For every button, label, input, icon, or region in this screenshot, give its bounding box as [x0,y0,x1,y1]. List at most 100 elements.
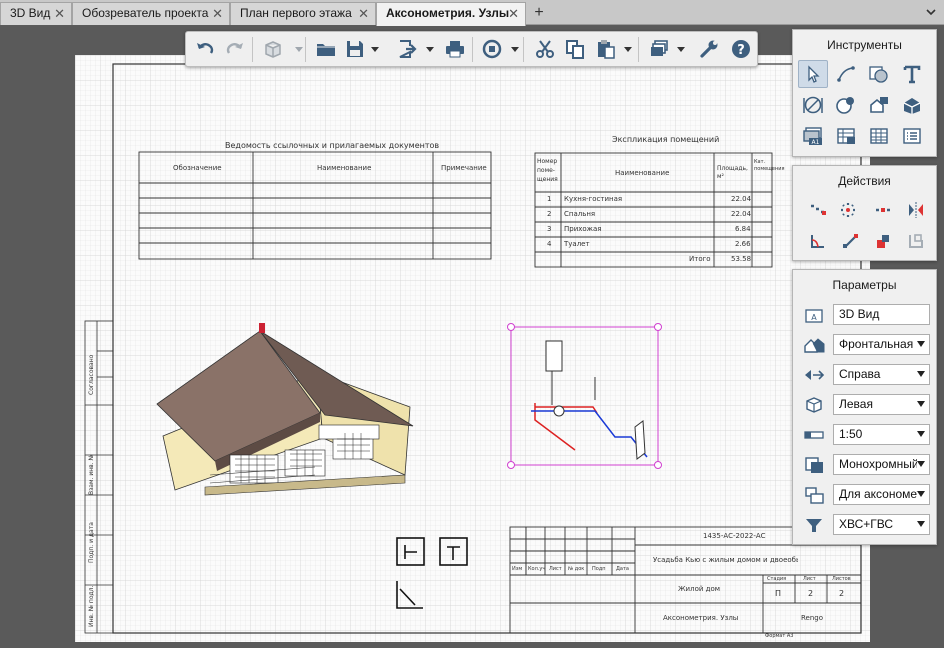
layout-icon[interactable]: A1 [798,122,828,150]
print-icon[interactable] [444,38,466,60]
drawing-sheet[interactable]: Ведомость ссылочных и прилагаемых докуме… [75,55,870,642]
room-area: 6.84 [735,225,751,233]
paste-icon[interactable] [595,38,617,60]
copy-array-icon[interactable] [868,196,898,224]
help-icon[interactable]: ? [730,38,752,60]
move-icon[interactable] [803,196,833,224]
tab-label: Обозреватель проекта [82,6,209,20]
node-view-icon[interactable] [864,91,894,119]
tb-code: 1435-АС-2022-АС [703,532,766,540]
room-name: Спальня [564,210,596,218]
folder-open-icon[interactable] [315,38,337,60]
layers-icon[interactable] [648,38,670,60]
tb-format: Формат А3 [765,633,794,639]
chevron-down-icon[interactable] [371,45,379,53]
cut-icon[interactable] [534,38,556,60]
scale-ruler-icon [804,431,824,439]
close-icon[interactable]: ✕ [54,3,65,24]
close-icon[interactable]: ✕ [508,3,519,24]
table-icon[interactable] [831,122,861,150]
mirror-icon[interactable] [901,196,931,224]
rotate-icon[interactable] [833,196,863,224]
3d-box-icon[interactable] [262,38,284,60]
ref-docs-header: Примечание [441,164,487,172]
room-num: 4 [547,240,552,248]
copy-icon[interactable] [564,38,586,60]
tb-stage: П [775,589,782,598]
tab-label: 3D Вид [10,6,51,20]
offset-icon[interactable] [803,227,833,255]
style-icon [805,457,823,473]
filter-select[interactable]: ХВС+ГВС [833,514,930,535]
tb-sheet: 2 [808,589,814,598]
chevron-down-icon [917,461,925,467]
dimension-icon[interactable] [798,91,828,119]
frame-select[interactable]: Для аксонометрии [833,484,930,505]
wrench-icon[interactable] [698,38,720,60]
chevron-down-icon [917,341,925,347]
save-icon[interactable] [344,38,366,60]
schedule-icon[interactable] [864,122,894,150]
style-select[interactable]: Монохромный [833,454,930,475]
projection-select[interactable]: Фронтальная [833,334,930,355]
toolbar-separator [472,37,473,62]
redo-icon[interactable] [224,38,246,60]
direction-select[interactable]: Справа [833,364,930,385]
tab-axonometry[interactable]: Аксонометрия. Узлы ✕ [376,2,526,26]
view-name-input[interactable]: 3D Вид [833,304,930,325]
chevron-down-icon [917,521,925,527]
line-icon[interactable] [831,60,861,88]
filter-icon [806,519,822,532]
scale-select[interactable]: 1:50 [833,424,930,445]
side-stamp-label: Согласовано [88,354,95,395]
chevron-down-icon[interactable] [924,5,938,19]
scale-icon[interactable] [836,227,866,255]
sync-icon[interactable] [481,38,503,60]
svg-text:A1: A1 [812,139,820,146]
param-direction: Справа [793,364,938,386]
rooms-header: Кат. помещения [754,159,785,172]
chevron-down-icon[interactable] [624,45,632,53]
list-icon[interactable] [897,122,927,150]
panel-title: Инструменты [827,38,902,52]
hatch-icon[interactable] [864,60,894,88]
svg-text:A: A [811,313,817,322]
tb-stage-header: Листов [832,576,851,582]
svg-text:?: ? [737,43,745,58]
side-select[interactable]: Левая [833,394,930,415]
ref-docs-title: Ведомость ссылочных и прилагаемых докуме… [225,141,440,150]
chevron-down-icon[interactable] [426,45,434,53]
3d-view-icon[interactable] [897,91,927,119]
chevron-down-icon [917,371,925,377]
close-icon[interactable]: ✕ [212,3,223,24]
close-icon[interactable]: ✕ [358,3,369,24]
tb-object: Жилой дом [678,585,721,593]
section-marker-icon[interactable] [831,91,861,119]
undo-icon[interactable] [194,38,216,60]
room-num: 2 [547,210,552,218]
tab-bar: 3D Вид ✕ Обозреватель проекта ✕ План пер… [0,0,944,26]
pointer-icon[interactable] [798,60,828,88]
rooms-header: Площадь, м² [717,165,748,180]
text-icon[interactable] [897,60,927,88]
export-icon[interactable] [397,38,419,60]
rooms-title: Экспликация помещений [612,135,720,144]
param-style: Монохромный [793,454,938,476]
chevron-down-icon[interactable] [511,45,519,53]
drawing-canvas [75,55,870,642]
chevron-down-icon[interactable] [295,45,303,53]
tab-project-browser[interactable]: Обозреватель проекта ✕ [72,2,230,25]
param-projection: Фронтальная [793,334,938,356]
stretch-icon[interactable] [868,227,898,255]
tab-floor-plan[interactable]: План первого этажа ✕ [230,2,376,25]
param-view-name: A 3D Вид [793,304,938,326]
tab-3d-view[interactable]: 3D Вид ✕ [0,2,72,25]
match-icon[interactable] [901,227,931,255]
tb-stage-header: Стадия [767,576,787,582]
panel-title: Параметры [832,278,897,292]
param-filter: ХВС+ГВС [793,514,938,536]
add-tab-button[interactable]: + [529,3,549,23]
side-stamp-label: Взам. инв. № [88,454,95,495]
chevron-down-icon[interactable] [677,45,685,53]
rooms-total: 53.58 [731,255,752,263]
